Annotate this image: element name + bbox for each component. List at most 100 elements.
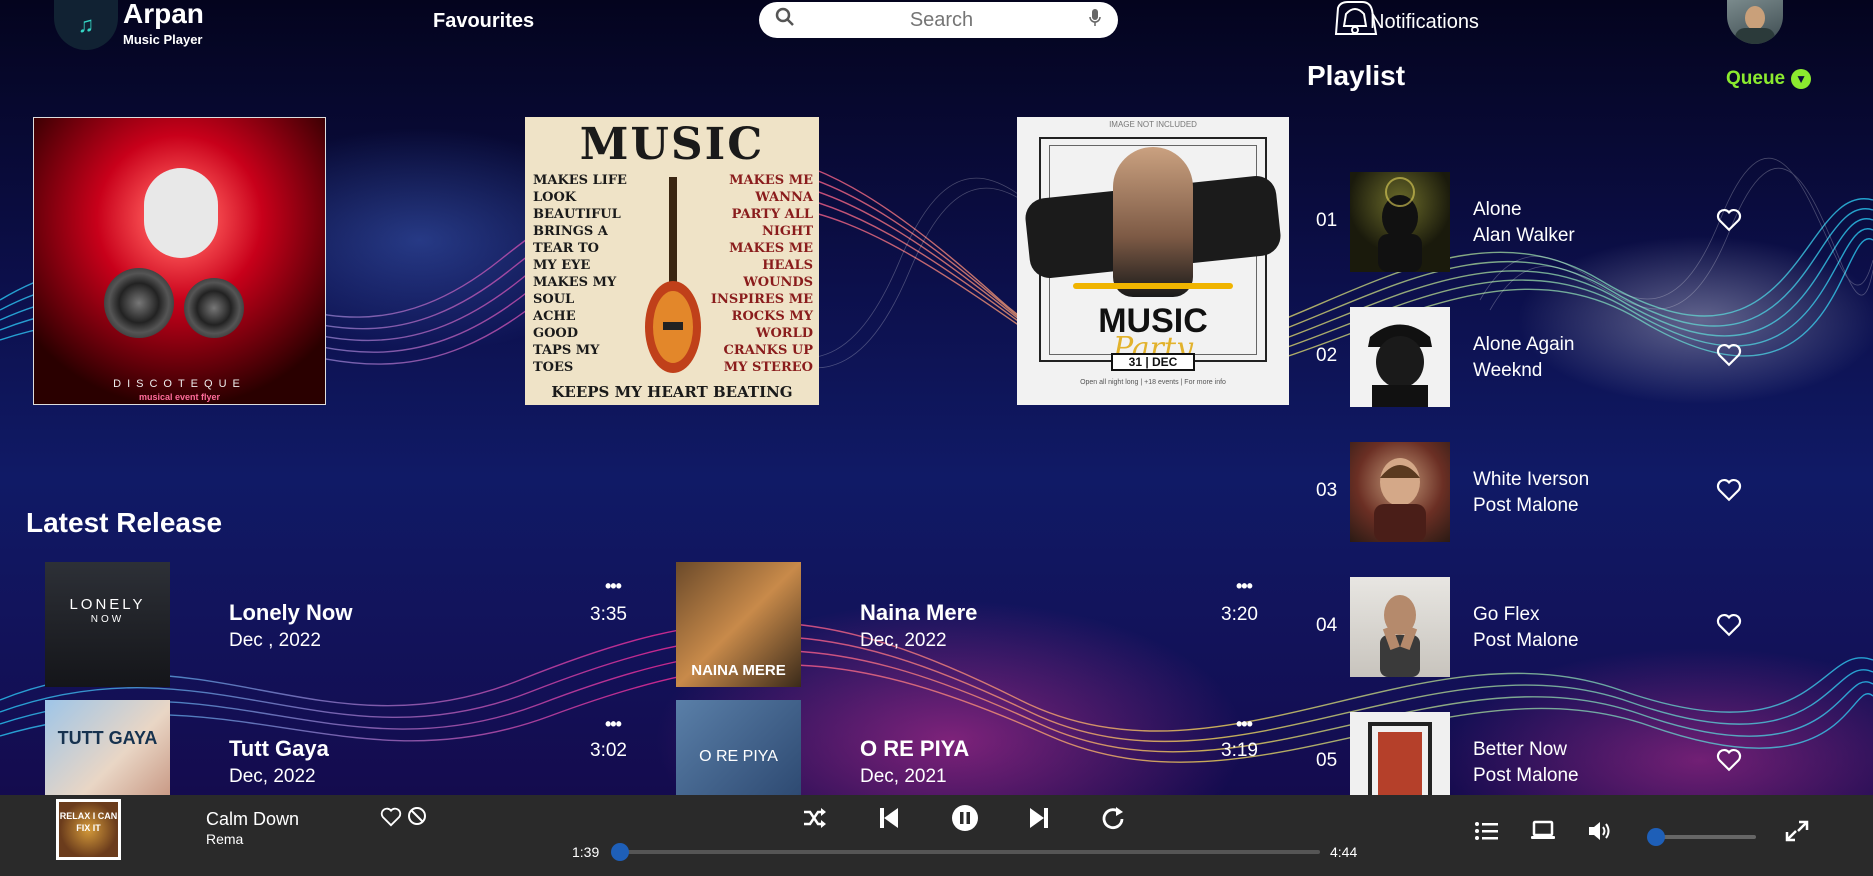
progress-bar[interactable] (611, 843, 1320, 861)
featured-poster-music[interactable]: MUSIC MAKES LIFE LOOK BEAUTIFUL BRINGS A… (525, 117, 819, 405)
poster-word: MAKES MY (533, 275, 617, 290)
poster-top-note: IMAGE NOT INCLUDED (1109, 120, 1197, 129)
heart-icon[interactable] (1716, 478, 1742, 502)
shuffle-icon (804, 808, 826, 828)
featured-poster-music-party[interactable]: IMAGE NOT INCLUDED MUSIC Party 31 | DEC … (1017, 117, 1289, 405)
track-number: 02 (1316, 345, 1338, 366)
poster-word: ACHE (533, 309, 576, 324)
track-artist: Alan Walker (1473, 225, 1575, 246)
release-title: Tutt Gaya (229, 736, 329, 761)
list-icon[interactable] (1474, 819, 1500, 843)
track-title: Go Flex (1473, 604, 1540, 625)
release-item[interactable]: LONELY NOW Lonely Now Dec , 2022 ••• 3:3… (45, 562, 645, 688)
pause-button[interactable] (950, 803, 980, 833)
release-item[interactable]: NAINA MERE Naina Mere Dec, 2022 ••• 3:20 (676, 562, 1276, 688)
release-title: Naina Mere (860, 600, 978, 625)
poster-word: WOUNDS (743, 275, 813, 290)
playlist-item[interactable]: 04 Go Flex Post Malone (1316, 577, 1816, 677)
featured-poster-discoteque[interactable]: DISCOTEQUE musical event flyer (33, 117, 326, 405)
track-title: Better Now (1473, 739, 1567, 760)
more-options-icon[interactable]: ••• (605, 714, 622, 735)
poster-title: DISCOTEQUE (113, 378, 246, 390)
repeat-button[interactable] (1098, 803, 1128, 833)
next-button[interactable] (1024, 803, 1054, 833)
skip-back-icon (880, 808, 898, 828)
skip-forward-icon (1030, 808, 1048, 828)
expand-icon[interactable] (1784, 819, 1810, 843)
search-icon[interactable] (775, 7, 795, 33)
poster-word: INSPIRES ME (710, 292, 813, 307)
poster-word: MAKES ME WANNA (729, 173, 813, 205)
heart-icon[interactable] (380, 807, 402, 827)
track-art (1350, 577, 1450, 677)
heart-icon[interactable] (1716, 613, 1742, 637)
poster-footer: KEEPS MY HEART BEATING (551, 383, 793, 401)
pause-icon (952, 805, 978, 831)
heart-icon[interactable] (1716, 343, 1742, 367)
playlist-item[interactable]: 02 Alone Again Weeknd (1316, 307, 1816, 407)
shuffle-button[interactable] (800, 803, 830, 833)
now-playing-art[interactable]: RELAX I CAN FIX IT (56, 799, 121, 860)
release-duration: 3:20 (1221, 604, 1258, 625)
more-options-icon[interactable]: ••• (605, 576, 622, 597)
speaker-graphic (184, 278, 244, 338)
playlist-item[interactable]: 01 Alone Alan Walker (1316, 172, 1816, 272)
volume-knob[interactable] (1647, 828, 1665, 846)
release-art: LONELY NOW (45, 562, 170, 687)
queue-label: Queue (1726, 68, 1786, 89)
volume-icon[interactable] (1587, 819, 1613, 843)
dj-skull-graphic (144, 168, 218, 258)
poster-word: MAKES ME HEALS (729, 241, 813, 273)
poster-word: MY EYE (533, 258, 591, 273)
block-icon[interactable] (406, 805, 428, 827)
playlist-item[interactable]: 03 White Iverson Post Malone (1316, 442, 1816, 542)
total-time: 4:44 (1330, 844, 1358, 860)
brand: Arpan Music Player (123, 0, 204, 47)
art-text: NAINA MERE (691, 662, 786, 679)
playlist-title: Playlist (1307, 60, 1406, 91)
nav-favourites[interactable]: Favourites (433, 10, 534, 33)
poster-title: MUSIC (579, 119, 765, 170)
player-bar: RELAX I CAN FIX IT Calm Down Rema 1:39 4… (0, 795, 1873, 876)
poster-word: BRINGS A (533, 224, 608, 239)
user-avatar[interactable] (1727, 0, 1783, 44)
volume-slider[interactable] (1647, 828, 1756, 846)
more-options-icon[interactable]: ••• (1236, 714, 1253, 735)
search-input[interactable] (795, 8, 1088, 32)
art-text: TUTT GAYA (57, 728, 158, 748)
more-options-icon[interactable]: ••• (1236, 576, 1253, 597)
heart-icon[interactable] (1716, 208, 1742, 232)
avatar-face (1745, 6, 1765, 30)
now-playing-title: Calm Down (206, 809, 300, 829)
poster-word: TEAR TO (533, 241, 599, 256)
avatar-shirt (1735, 28, 1775, 44)
laptop-icon[interactable] (1530, 819, 1556, 843)
track-number: 04 (1316, 615, 1338, 636)
poster-word: GOOD (533, 326, 579, 341)
release-duration: 3:19 (1221, 740, 1258, 761)
now-playing-art-text: RELAX I CAN FIX IT (59, 802, 118, 857)
poster-word: MAKES LIFE (533, 173, 627, 188)
notifications-button[interactable]: Notifications (1328, 0, 1479, 40)
queue-button[interactable]: Queue ▼ (1726, 68, 1812, 90)
logo-mark-icon: ♫ (77, 12, 95, 37)
microphone-icon[interactable] (1088, 8, 1102, 33)
poster-left-words: MAKES LIFE LOOK BEAUTIFUL BRINGS A TEAR … (533, 172, 653, 376)
previous-button[interactable] (874, 803, 904, 833)
chevron-down-circle-icon: ▼ (1791, 69, 1812, 89)
track-number: 01 (1316, 210, 1338, 231)
playlist-item[interactable]: 05 Better Now Post Malone (1316, 712, 1816, 795)
track-artist: Weeknd (1473, 360, 1543, 381)
track-art (1350, 172, 1450, 272)
progress-knob[interactable] (611, 843, 629, 861)
glow-line (1073, 283, 1233, 289)
heart-icon[interactable] (1716, 748, 1742, 772)
notifications-label: Notifications (1370, 11, 1479, 33)
release-title: Lonely Now (229, 600, 353, 625)
track-number: 03 (1316, 480, 1338, 501)
release-duration: 3:02 (590, 740, 627, 761)
track-artist: Post Malone (1473, 630, 1579, 651)
poster-word: TOES (533, 360, 574, 375)
poster-word: CRANKS UP (723, 343, 813, 358)
now-playing-artist: Rema (206, 831, 244, 847)
